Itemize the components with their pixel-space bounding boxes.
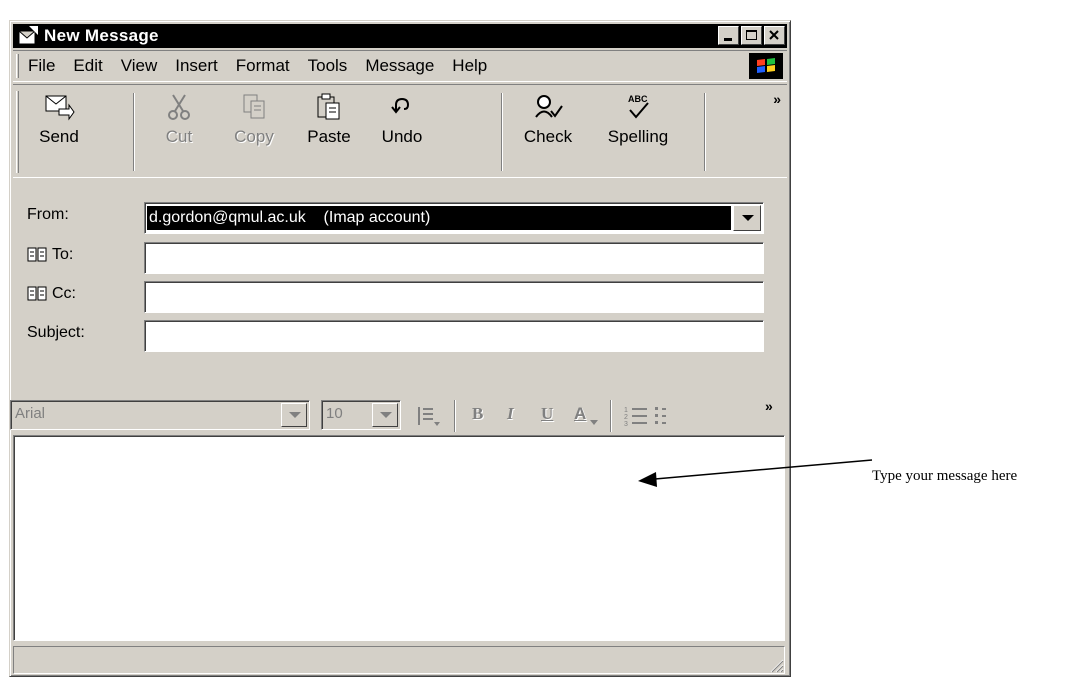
copy-icon bbox=[243, 94, 265, 119]
menu-tools[interactable]: Tools bbox=[299, 56, 357, 76]
check-names-button[interactable]: Check bbox=[515, 93, 581, 147]
cut-label: Cut bbox=[165, 127, 193, 146]
menu-message[interactable]: Message bbox=[356, 56, 443, 76]
check-names-icon bbox=[535, 95, 563, 118]
cc-field[interactable] bbox=[144, 281, 764, 313]
spelling-label: Spelling bbox=[607, 127, 669, 146]
send-label: Send bbox=[39, 127, 79, 146]
subject-label: Subject: bbox=[27, 324, 85, 341]
paste-button[interactable]: Paste bbox=[298, 93, 360, 147]
font-name-dropdown-arrow-icon[interactable] bbox=[281, 403, 307, 427]
spelling-icon: ABC bbox=[628, 94, 649, 119]
paragraph-style-icon[interactable] bbox=[416, 404, 442, 430]
svg-text:ABC: ABC bbox=[628, 94, 648, 104]
new-message-window: New Message File Edit View Insert Format… bbox=[9, 20, 791, 677]
close-button[interactable] bbox=[764, 26, 785, 45]
font-size-value: 10 bbox=[326, 405, 343, 422]
cut-button[interactable]: Cut bbox=[151, 93, 207, 147]
format-overflow-chevron-icon[interactable]: » bbox=[765, 398, 773, 414]
spelling-button[interactable]: ABC Spelling bbox=[598, 93, 678, 147]
maximize-icon bbox=[746, 30, 757, 40]
cc-label-row[interactable]: Cc: bbox=[27, 285, 76, 303]
svg-text:2: 2 bbox=[624, 414, 628, 421]
message-body-editor[interactable] bbox=[13, 435, 785, 641]
bold-button[interactable]: B bbox=[472, 404, 483, 424]
minimize-icon bbox=[724, 38, 732, 41]
toolbar-grip[interactable] bbox=[16, 91, 19, 173]
font-name-value: Arial bbox=[15, 405, 46, 422]
windows-logo-icon bbox=[749, 53, 783, 79]
font-name-select[interactable]: Arial bbox=[10, 400, 310, 430]
toolbar-separator bbox=[133, 93, 135, 171]
from-account-value: d.gordon@qmul.ac.uk (Imap account) bbox=[147, 206, 731, 230]
from-dropdown-arrow-icon[interactable] bbox=[733, 205, 761, 231]
from-account-select[interactable]: d.gordon@qmul.ac.uk (Imap account) bbox=[144, 202, 764, 234]
menu-help[interactable]: Help bbox=[443, 56, 496, 76]
callout-annotation: Type your message here bbox=[872, 468, 1018, 484]
maximize-button[interactable] bbox=[741, 26, 762, 45]
font-color-button[interactable]: A bbox=[574, 404, 586, 424]
menu-file[interactable]: File bbox=[19, 56, 64, 76]
italic-button[interactable]: I bbox=[507, 404, 514, 424]
cc-label: Cc: bbox=[52, 285, 76, 302]
send-button[interactable]: Send bbox=[26, 93, 92, 147]
formatting-toolbar: Arial 10 B I U A 1 2 3 » bbox=[10, 394, 786, 438]
copy-label: Copy bbox=[234, 127, 274, 146]
menu-edit[interactable]: Edit bbox=[64, 56, 111, 76]
close-icon bbox=[769, 30, 779, 40]
send-icon bbox=[45, 95, 75, 121]
title-bar[interactable]: New Message bbox=[13, 24, 787, 48]
menu-format[interactable]: Format bbox=[227, 56, 299, 76]
scissors-icon bbox=[168, 94, 190, 120]
format-separator bbox=[610, 400, 612, 432]
toolbar-separator bbox=[704, 93, 706, 171]
to-label: To: bbox=[52, 246, 74, 263]
font-color-dropdown-arrow-icon[interactable] bbox=[590, 420, 598, 426]
undo-icon bbox=[391, 97, 410, 114]
numbered-list-icon[interactable]: 1 2 3 bbox=[623, 404, 649, 430]
status-bar bbox=[13, 646, 785, 674]
minimize-button[interactable] bbox=[718, 26, 739, 45]
svg-text:3: 3 bbox=[624, 421, 628, 428]
window-title: New Message bbox=[44, 26, 159, 45]
undo-label: Undo bbox=[381, 127, 423, 146]
font-size-dropdown-arrow-icon[interactable] bbox=[372, 403, 398, 427]
check-label: Check bbox=[523, 127, 573, 146]
font-size-select[interactable]: 10 bbox=[321, 400, 401, 430]
menu-insert[interactable]: Insert bbox=[166, 56, 227, 76]
to-label-row[interactable]: To: bbox=[27, 246, 73, 264]
paste-icon bbox=[317, 93, 340, 120]
address-book-icon bbox=[27, 286, 47, 301]
menu-view[interactable]: View bbox=[112, 56, 167, 76]
standard-toolbar: Send Cut Copy Paste Undo Check ABC Spell… bbox=[13, 84, 787, 178]
bulleted-list-icon[interactable] bbox=[654, 404, 676, 430]
undo-button[interactable]: Undo bbox=[371, 93, 433, 147]
underline-button[interactable]: U bbox=[541, 404, 553, 424]
from-label: From: bbox=[27, 206, 69, 223]
subject-field[interactable] bbox=[144, 320, 764, 352]
address-book-icon bbox=[27, 247, 47, 262]
to-field[interactable] bbox=[144, 242, 764, 274]
menu-bar: File Edit View Insert Format Tools Messa… bbox=[13, 50, 787, 82]
paste-label: Paste bbox=[307, 127, 351, 146]
format-separator bbox=[454, 400, 456, 432]
resize-grip-icon[interactable] bbox=[768, 657, 784, 673]
envelope-icon bbox=[17, 26, 38, 45]
svg-text:1: 1 bbox=[624, 407, 628, 414]
toolbar-overflow-chevron-icon[interactable]: » bbox=[773, 91, 781, 107]
copy-button[interactable]: Copy bbox=[223, 93, 285, 147]
toolbar-separator bbox=[501, 93, 503, 171]
